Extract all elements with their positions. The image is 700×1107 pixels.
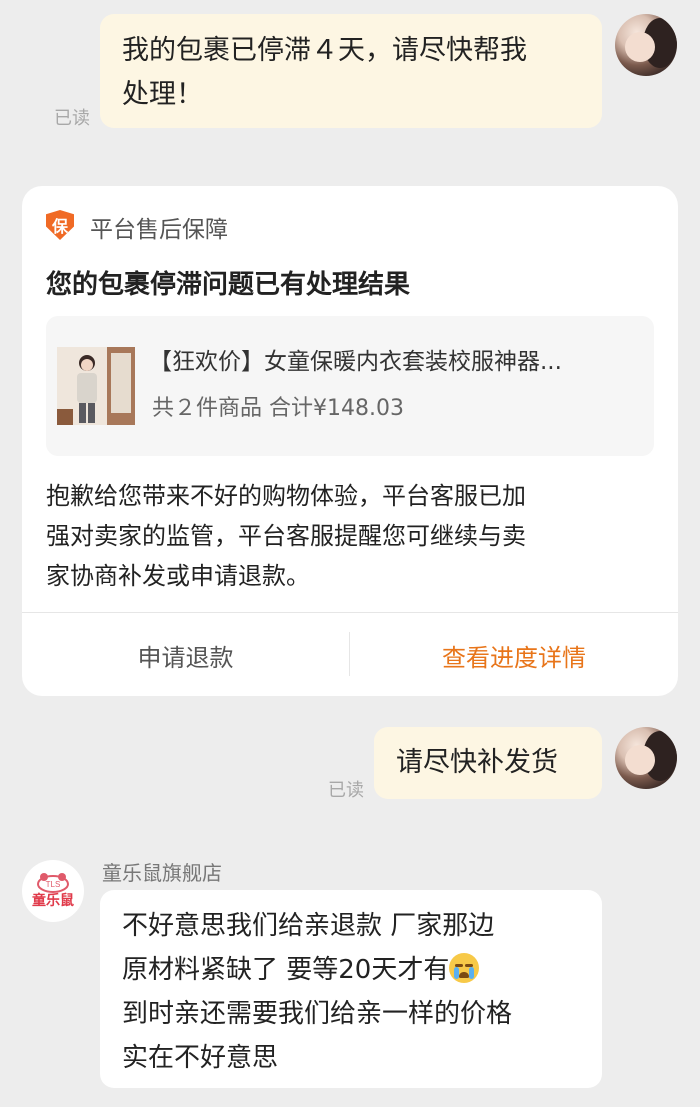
message-text: 请尽快补发货 [396, 747, 558, 778]
card-body-line: 抱歉给您带来不好的购物体验，平台客服已加 [46, 482, 526, 510]
message-bubble-outgoing[interactable]: 我的包裹已停滞４天，请尽快帮我 处理！ [100, 14, 602, 128]
product-summary[interactable]: 【狂欢价】女童保暖内衣套装校服神器... 共２件商品 合计¥148.03 [46, 316, 654, 456]
shop-avatar[interactable]: TLS 童乐鼠 [22, 860, 84, 922]
user-avatar[interactable] [615, 14, 677, 76]
message-text-line: 原材料紧缺了 要等20天才有 [122, 948, 580, 992]
crying-emoji [449, 953, 480, 983]
apply-refund-button[interactable]: 申请退款 [22, 638, 349, 673]
card-body-line: 家协商补发或申请退款。 [46, 562, 310, 590]
message-text-line: 实在不好意思 [122, 1043, 279, 1073]
product-name: 【狂欢价】女童保暖内衣套装校服神器... [149, 349, 562, 375]
card-header-label: 平台售后保障 [90, 217, 228, 243]
message-text-line: 到时亲还需要我们给亲一样的价格 [122, 999, 513, 1029]
view-progress-button[interactable]: 查看进度详情 [350, 638, 678, 673]
read-status: 已读 [54, 108, 90, 129]
aftersale-card: 保 平台售后保障 您的包裹停滞问题已有处理结果 【狂欢价】女童保暖内衣套装校服神… [22, 186, 678, 696]
shield-icon: 保 [46, 210, 74, 240]
read-status: 已读 [328, 780, 364, 801]
message-text-line: 不好意思我们给亲退款 厂家那边 [122, 911, 495, 941]
shop-logo-text: 童乐鼠 [32, 893, 74, 909]
svg-text:TLS: TLS [46, 880, 61, 889]
product-total: 共２件商品 合计¥148.03 [152, 396, 404, 421]
message-text-line: 我的包裹已停滞４天，请尽快帮我 [122, 35, 527, 66]
message-bubble-incoming[interactable]: 不好意思我们给亲退款 厂家那边 原材料紧缺了 要等20天才有 到时亲还需要我们给… [100, 890, 602, 1088]
card-body-line: 强对卖家的监管，平台客服提醒您可继续与卖 [46, 522, 526, 550]
card-body-text: 抱歉给您带来不好的购物体验，平台客服已加 强对卖家的监管，平台客服提醒您可继续与… [46, 476, 666, 596]
message-bubble-outgoing[interactable]: 请尽快补发货 [374, 727, 602, 799]
shop-name: 童乐鼠旗舰店 [102, 861, 222, 885]
shop-logo-icon: TLS [37, 873, 69, 893]
message-text-line: 处理！ [122, 79, 203, 110]
card-divider [22, 612, 678, 613]
card-title: 您的包裹停滞问题已有处理结果 [46, 270, 411, 300]
product-thumbnail [57, 347, 135, 425]
user-avatar[interactable] [615, 727, 677, 789]
